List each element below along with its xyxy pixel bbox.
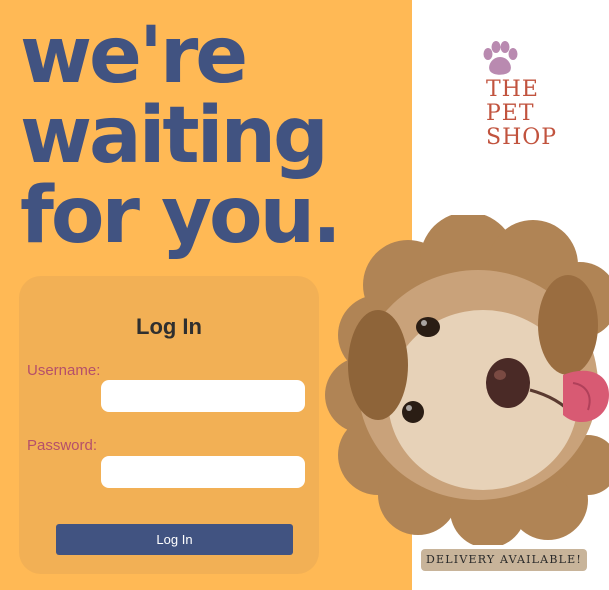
headline-line-1: we're: [20, 11, 248, 101]
logo-line-2: PET: [486, 101, 535, 126]
login-button[interactable]: Log In: [56, 524, 293, 555]
username-input[interactable]: [101, 380, 305, 412]
logo-text: THE PET SHOP: [486, 78, 557, 150]
login-title: Log In: [136, 314, 202, 339]
password-label: Password:: [27, 437, 98, 454]
username-label: Username:: [27, 362, 101, 379]
delivery-badge: DELIVERY AVAILABLE!: [421, 549, 587, 571]
pet-shop-logo: THE PET SHOP: [470, 38, 556, 158]
headline-line-2: waiting: [20, 91, 329, 181]
paw-icon: [483, 41, 518, 75]
headline: we're waiting for you.: [20, 11, 342, 261]
dog-photo: [325, 215, 609, 545]
login-card: Log In Username: Password: Log In: [19, 276, 319, 574]
password-input[interactable]: [101, 456, 305, 488]
headline-line-3: for you.: [20, 171, 342, 261]
logo-line-3: SHOP: [486, 125, 558, 150]
logo-line-1: THE: [486, 77, 539, 102]
